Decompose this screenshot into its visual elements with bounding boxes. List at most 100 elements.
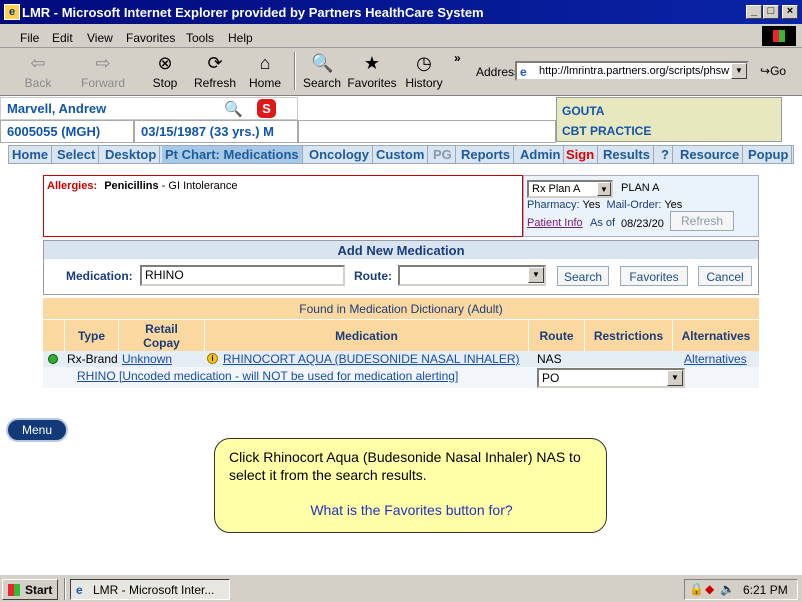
ie-window-icon: e bbox=[4, 4, 20, 20]
shield-icon[interactable]: ◆ bbox=[705, 582, 714, 596]
go-button[interactable]: ↪Go bbox=[760, 64, 786, 78]
header-restrictions: Restrictions bbox=[585, 319, 673, 351]
as-of-date: 08/23/20 bbox=[621, 218, 664, 230]
nav-pg[interactable]: PG bbox=[430, 146, 456, 163]
home-button[interactable]: ⌂ Home bbox=[246, 50, 284, 90]
refresh-icon: ⟳ bbox=[207, 53, 223, 73]
nav-results[interactable]: Results bbox=[600, 146, 654, 163]
table-row: RHINO [Uncoded medication - will NOT be … bbox=[43, 367, 759, 388]
uncoded-medication-link[interactable]: RHINO [Uncoded medication - will NOT be … bbox=[77, 369, 458, 383]
magnifier-icon[interactable]: 🔍 bbox=[224, 100, 243, 118]
menu-button[interactable]: Menu bbox=[6, 418, 68, 442]
forward-arrow-icon: ⇨ bbox=[95, 53, 111, 73]
favorites-button[interactable]: ★ Favorites bbox=[347, 50, 397, 90]
menu-favorites[interactable]: Favorites bbox=[126, 31, 175, 45]
header-route: Route bbox=[529, 319, 585, 351]
instruction-callout: Click Rhinocort Aqua (Budesonide Nasal I… bbox=[214, 438, 607, 533]
back-button[interactable]: ⇦ Back bbox=[18, 50, 58, 90]
plan-select[interactable]: Rx Plan A ▼ bbox=[527, 180, 613, 198]
speaker-icon[interactable]: 🔈 bbox=[720, 582, 735, 596]
nav-reports[interactable]: Reports bbox=[458, 146, 515, 163]
search-medication-button[interactable]: Search bbox=[557, 266, 609, 286]
patient-info-link[interactable]: Patient Info bbox=[527, 217, 583, 229]
practice-line1: GOUTA bbox=[562, 104, 605, 118]
refresh-button[interactable]: ⟳ Refresh bbox=[193, 50, 237, 90]
menu-file[interactable]: File bbox=[20, 31, 39, 45]
nav-pt-chart-medications[interactable]: Pt Chart: Medications bbox=[162, 146, 303, 163]
s-badge-icon[interactable]: S bbox=[257, 99, 276, 118]
allergies-box: Allergies: Penicillins - GI Intolerance bbox=[43, 175, 523, 237]
nav-admin[interactable]: Admin bbox=[517, 146, 565, 163]
route-select[interactable]: ▼ bbox=[398, 265, 546, 286]
plan-name: PLAN A bbox=[621, 182, 660, 194]
pharmacy-label: Pharmacy: bbox=[527, 199, 580, 211]
medication-dictionary: Found in Medication Dictionary (Adult) T… bbox=[43, 298, 759, 390]
taskbar-ie-task[interactable]: e LMR - Microsoft Inter... bbox=[70, 579, 230, 600]
alternatives-link[interactable]: Alternatives bbox=[684, 352, 747, 366]
system-tray: 🔒 ◆ 🔈 6:21 PM bbox=[684, 579, 798, 600]
header-medication: Medication bbox=[205, 319, 529, 351]
patient-name[interactable]: Marvell, Andrew bbox=[0, 97, 298, 120]
menu-tools[interactable]: Tools bbox=[186, 31, 214, 45]
mail-order-value: Yes bbox=[664, 199, 683, 211]
plan-dropdown-icon: ▼ bbox=[597, 182, 611, 196]
patient-mrn: 6005055 (MGH) bbox=[0, 120, 134, 143]
as-of-label: As of bbox=[590, 217, 616, 229]
search-button[interactable]: 🔍 Search bbox=[302, 50, 342, 90]
instruction-text: Click Rhinocort Aqua (Budesonide Nasal I… bbox=[229, 449, 581, 483]
menu-help[interactable]: Help bbox=[228, 31, 253, 45]
rhinocort-aqua-link[interactable]: RHINOCORT AQUA (BUDESONIDE NASAL INHALER… bbox=[223, 352, 520, 366]
nav-popup[interactable]: Popup bbox=[745, 146, 793, 163]
favorites-medication-button[interactable]: Favorites bbox=[620, 266, 688, 286]
favorites-question-link[interactable]: What is the Favorites button for? bbox=[215, 502, 608, 518]
favorites-folder-icon: ★ bbox=[363, 53, 381, 73]
info-icon[interactable]: i bbox=[207, 353, 218, 364]
header-type: Type bbox=[65, 319, 119, 351]
ie-page-icon: e bbox=[520, 65, 527, 79]
maximize-button[interactable]: □ bbox=[763, 5, 779, 19]
row-copay-link[interactable]: Unknown bbox=[122, 352, 172, 366]
menu-view[interactable]: View bbox=[87, 31, 113, 45]
menu-edit[interactable]: Edit bbox=[52, 31, 73, 45]
dictionary-title: Found in Medication Dictionary (Adult) bbox=[43, 298, 759, 319]
forward-button[interactable]: ⇨ Forward bbox=[80, 50, 126, 90]
uncoded-route-dropdown-icon: ▼ bbox=[667, 370, 683, 386]
row-type: Rx-Brand bbox=[67, 352, 118, 366]
stop-icon: ⊗ bbox=[157, 53, 173, 73]
header-alternatives: Alternatives bbox=[673, 319, 759, 351]
nav-home[interactable]: Home bbox=[9, 146, 53, 163]
nav-custom[interactable]: Custom bbox=[373, 146, 429, 163]
stop-button[interactable]: ⊗ Stop bbox=[146, 50, 184, 90]
lock-icon[interactable]: 🔒 bbox=[689, 582, 704, 596]
clock[interactable]: 6:21 PM bbox=[743, 583, 788, 597]
toolbar-more-icon[interactable]: » bbox=[454, 51, 461, 65]
home-icon: ⌂ bbox=[259, 53, 271, 73]
medication-label: Medication: bbox=[66, 269, 133, 283]
nav-help[interactable]: ? bbox=[658, 146, 673, 163]
ie-task-icon: e bbox=[76, 583, 83, 597]
minimize-button[interactable]: _ bbox=[746, 5, 762, 19]
close-button[interactable]: × bbox=[782, 5, 798, 19]
address-dropdown-button[interactable]: ▼ bbox=[731, 63, 747, 79]
nav-select[interactable]: Select bbox=[54, 146, 100, 163]
row-route: NAS bbox=[537, 352, 562, 366]
route-dropdown-icon: ▼ bbox=[528, 267, 544, 283]
patient-header: Marvell, Andrew 🔍 S 6005055 (MGH) 03/15/… bbox=[0, 97, 556, 145]
medication-input[interactable]: RHINO bbox=[140, 265, 345, 286]
start-button[interactable]: Start bbox=[2, 579, 58, 600]
plan-refresh-button[interactable]: Refresh bbox=[670, 211, 734, 231]
taskbar-separator bbox=[64, 578, 66, 600]
practice-line2: CBT PRACTICE bbox=[562, 124, 652, 138]
nav-sign[interactable]: Sign bbox=[563, 146, 599, 163]
table-row: Rx-Brand Unknown i RHINOCORT AQUA (BUDES… bbox=[43, 351, 759, 367]
nav-desktop[interactable]: Desktop bbox=[102, 146, 161, 163]
cancel-button[interactable]: Cancel bbox=[698, 266, 752, 286]
nav-resource[interactable]: Resource bbox=[677, 146, 744, 163]
allergy-reaction: - GI Intolerance bbox=[158, 180, 238, 192]
address-bar[interactable]: e http://lmrintra.partners.org/scripts/p… bbox=[515, 61, 749, 81]
status-dot-icon bbox=[48, 354, 58, 364]
nav-oncology[interactable]: Oncology bbox=[306, 146, 373, 163]
uncoded-route-select[interactable]: PO ▼ bbox=[537, 368, 685, 388]
history-button[interactable]: ◷ History bbox=[403, 50, 445, 90]
address-url: http://lmrintra.partners.org/scripts/phs… bbox=[539, 65, 730, 77]
